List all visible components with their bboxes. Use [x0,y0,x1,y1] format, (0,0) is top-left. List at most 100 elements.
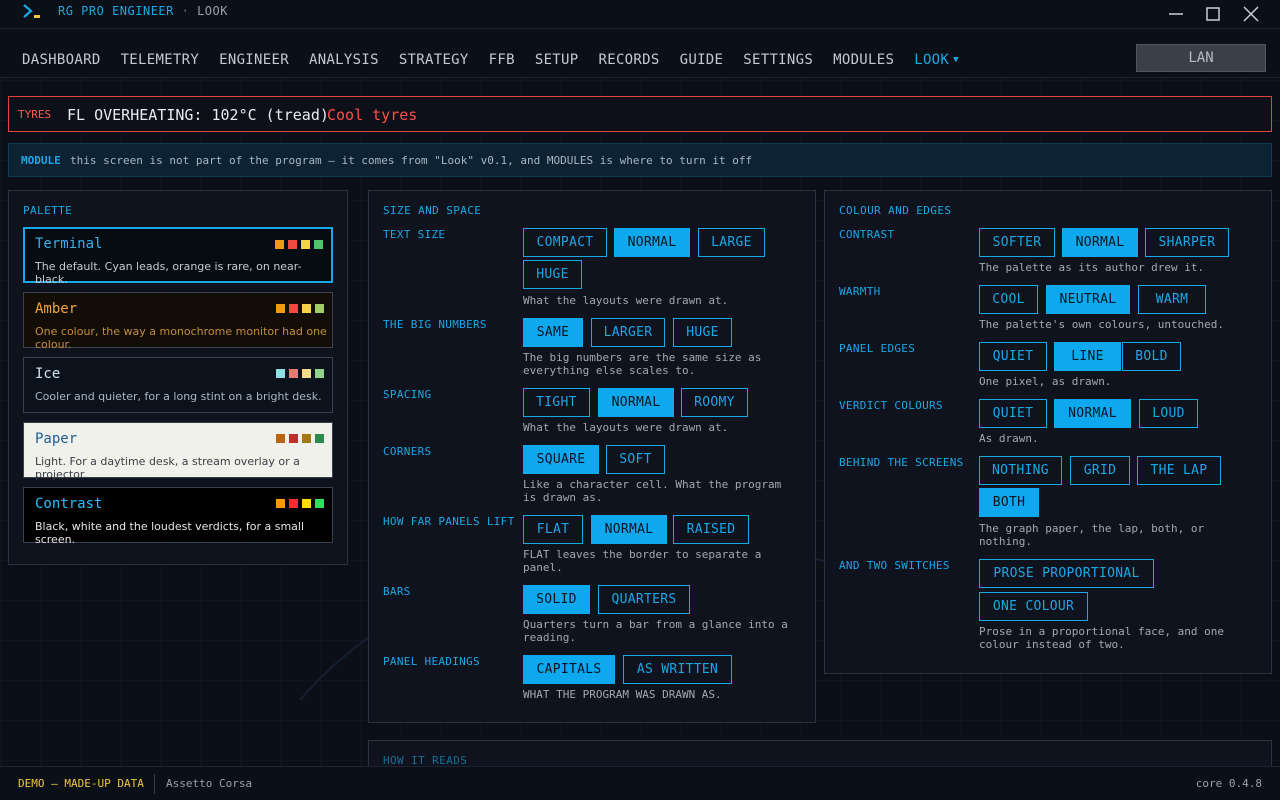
description-line: reading. [523,631,576,644]
option-button-large[interactable]: LARGE [698,228,765,257]
palette-name: Amber [35,301,78,317]
nav-item-ffb[interactable]: FFB [489,52,515,68]
option-button-softer[interactable]: SOFTER [979,228,1055,257]
nav-item-strategy[interactable]: STRATEGY [399,52,469,68]
nav-item-settings[interactable]: SETTINGS [743,52,813,68]
setting-label-bars: BARS [383,585,411,598]
option-button-sharper[interactable]: SHARPER [1145,228,1229,257]
maximize-icon[interactable] [1202,4,1224,24]
nav-item-look[interactable]: LOOK ▼ [914,52,959,68]
nav-item-setup[interactable]: SETUP [535,52,579,68]
option-button-both[interactable]: BOTH [979,488,1039,517]
minimize-icon[interactable] [1165,4,1187,24]
palette-swatches [276,434,324,443]
description-line: What the layouts were drawn at. [523,421,729,434]
description-line: FLAT leaves the border to separate a [523,548,762,561]
description-line: As drawn. [979,432,1039,445]
option-button-quiet[interactable]: QUIET [979,342,1047,371]
description-line: colour instead of two. [979,638,1125,651]
nav-item-label: SETUP [534,52,579,68]
option-button-normal[interactable]: NORMAL [591,515,667,544]
demo-badge: DEMO — MADE-UP DATA [18,777,144,790]
description-line: The graph paper, the lap, both, or [979,522,1205,535]
option-button-flat[interactable]: FLAT [523,515,583,544]
option-button-larger[interactable]: LARGER [591,318,665,347]
option-button-warm[interactable]: WARM [1138,285,1206,314]
option-button-neutral[interactable]: NEUTRAL [1046,285,1130,314]
colour-swatch [314,240,323,249]
colour-swatch [315,434,324,443]
option-button-capitals[interactable]: CAPITALS [523,655,615,684]
palette-name: Paper [35,431,78,447]
setting-description: Prose in a proportional face, and one col… [979,625,1224,651]
description-line: The palette as its author drew it. [979,261,1205,274]
colour-swatch [275,240,284,249]
setting-label-how-far-panels-lift: HOW FAR PANELS LIFT [383,515,515,528]
setting-label-panel-headings: PANEL HEADINGS [383,655,480,668]
lan-button[interactable]: LAN [1136,44,1266,72]
footer-divider [154,774,155,794]
nav-item-dashboard[interactable]: DASHBOARD [22,52,101,68]
option-button-nothing[interactable]: NOTHING [979,456,1062,485]
option-button-the-lap[interactable]: THE LAP [1137,456,1221,485]
setting-description: One pixel, as drawn. [979,375,1111,388]
setting-description: The palette as its author drew it. [979,261,1204,274]
option-button-same[interactable]: SAME [523,318,583,347]
option-button-solid[interactable]: SOLID [523,585,590,614]
description-line: The big numbers are the same size as [523,351,762,364]
option-button-roomy[interactable]: ROOMY [681,388,748,417]
nav-item-telemetry[interactable]: TELEMETRY [121,52,200,68]
nav-item-engineer[interactable]: ENGINEER [219,52,289,68]
option-button-compact[interactable]: COMPACT [523,228,607,257]
colour-swatch [302,499,311,508]
option-button-normal[interactable]: NORMAL [1054,399,1131,428]
palette-card-amber[interactable]: Amber One colour, the way a monochrome mo… [23,292,333,351]
setting-label-spacing: SPACING [383,388,432,401]
setting-label-panel-edges: PANEL EDGES [839,342,916,355]
palette-desc: Cooler and quieter, for a long stint on … [35,390,322,403]
palette-swatches [276,369,324,378]
size-space-panel: SIZE AND SPACE TEXT SIZE COMPACT NORMAL LAR… [368,190,816,723]
option-button-huge[interactable]: HUGE [523,260,582,289]
option-button-prose-proportional[interactable]: PROSE PROPORTIONAL [979,559,1154,588]
option-button-raised[interactable]: RAISED [673,515,749,544]
option-button-soft[interactable]: SOFT [606,445,665,474]
option-button-line[interactable]: LINE [1054,342,1121,371]
description-line: everything else scales to. [523,364,696,377]
option-button-huge[interactable]: HUGE [673,318,732,347]
tyre-alert: TYRES FL OVERHEATING: 102°C (tread) Cool… [8,96,1272,132]
option-button-quarters[interactable]: QUARTERS [598,585,690,614]
option-button-normal[interactable]: NORMAL [614,228,690,257]
option-button-quiet[interactable]: QUIET [979,399,1047,428]
nav-item-records[interactable]: RECORDS [599,52,660,68]
colour-swatch [289,499,298,508]
option-button-square[interactable]: SQUARE [523,445,599,474]
nav-item-label: STRATEGY [398,52,469,68]
setting-description: The graph paper, the lap, both, or nothin… [979,522,1204,548]
palette-card-ice[interactable]: Ice Cooler and quieter, for a long stint … [23,357,333,413]
palette-card-contrast[interactable]: Contrast Black, white and the loudest ver… [23,487,333,546]
description-line: Quarters turn a bar from a glance into a [523,618,788,631]
option-button-tight[interactable]: TIGHT [523,388,590,417]
option-button-cool[interactable]: COOL [979,285,1038,314]
palette-card-paper[interactable]: Paper Light. For a daytime desk, a stream… [23,422,333,481]
palette-desc: Light. For a daytime desk, a stream over… [35,455,300,481]
option-button-as-written[interactable]: AS WRITTEN [623,655,732,684]
status-footer: DEMO — MADE-UP DATA Assetto Corsa core 0… [0,766,1280,800]
option-button-grid[interactable]: GRID [1070,456,1130,485]
option-button-bold[interactable]: BOLD [1122,342,1181,371]
option-button-loud[interactable]: LOUD [1139,399,1198,428]
nav-item-modules[interactable]: MODULES [833,52,894,68]
nav-item-guide[interactable]: GUIDE [680,52,724,68]
option-button-normal[interactable]: NORMAL [1062,228,1138,257]
option-button-one-colour[interactable]: ONE COLOUR [979,592,1088,621]
nav-items: DASHBOARD TELEMETRY ENGINEER ANALYSIS STRATE… [22,52,979,68]
colour-swatch [276,369,285,378]
close-icon[interactable] [1240,4,1262,24]
option-button-normal[interactable]: NORMAL [598,388,674,417]
colour-swatch [276,499,285,508]
palette-card-terminal[interactable]: Terminal The default. Cyan leads, orange … [23,227,333,286]
description-line: nothing. [979,535,1032,548]
nav-item-analysis[interactable]: ANALYSIS [309,52,379,68]
nav-item-label: FFB [488,52,515,68]
